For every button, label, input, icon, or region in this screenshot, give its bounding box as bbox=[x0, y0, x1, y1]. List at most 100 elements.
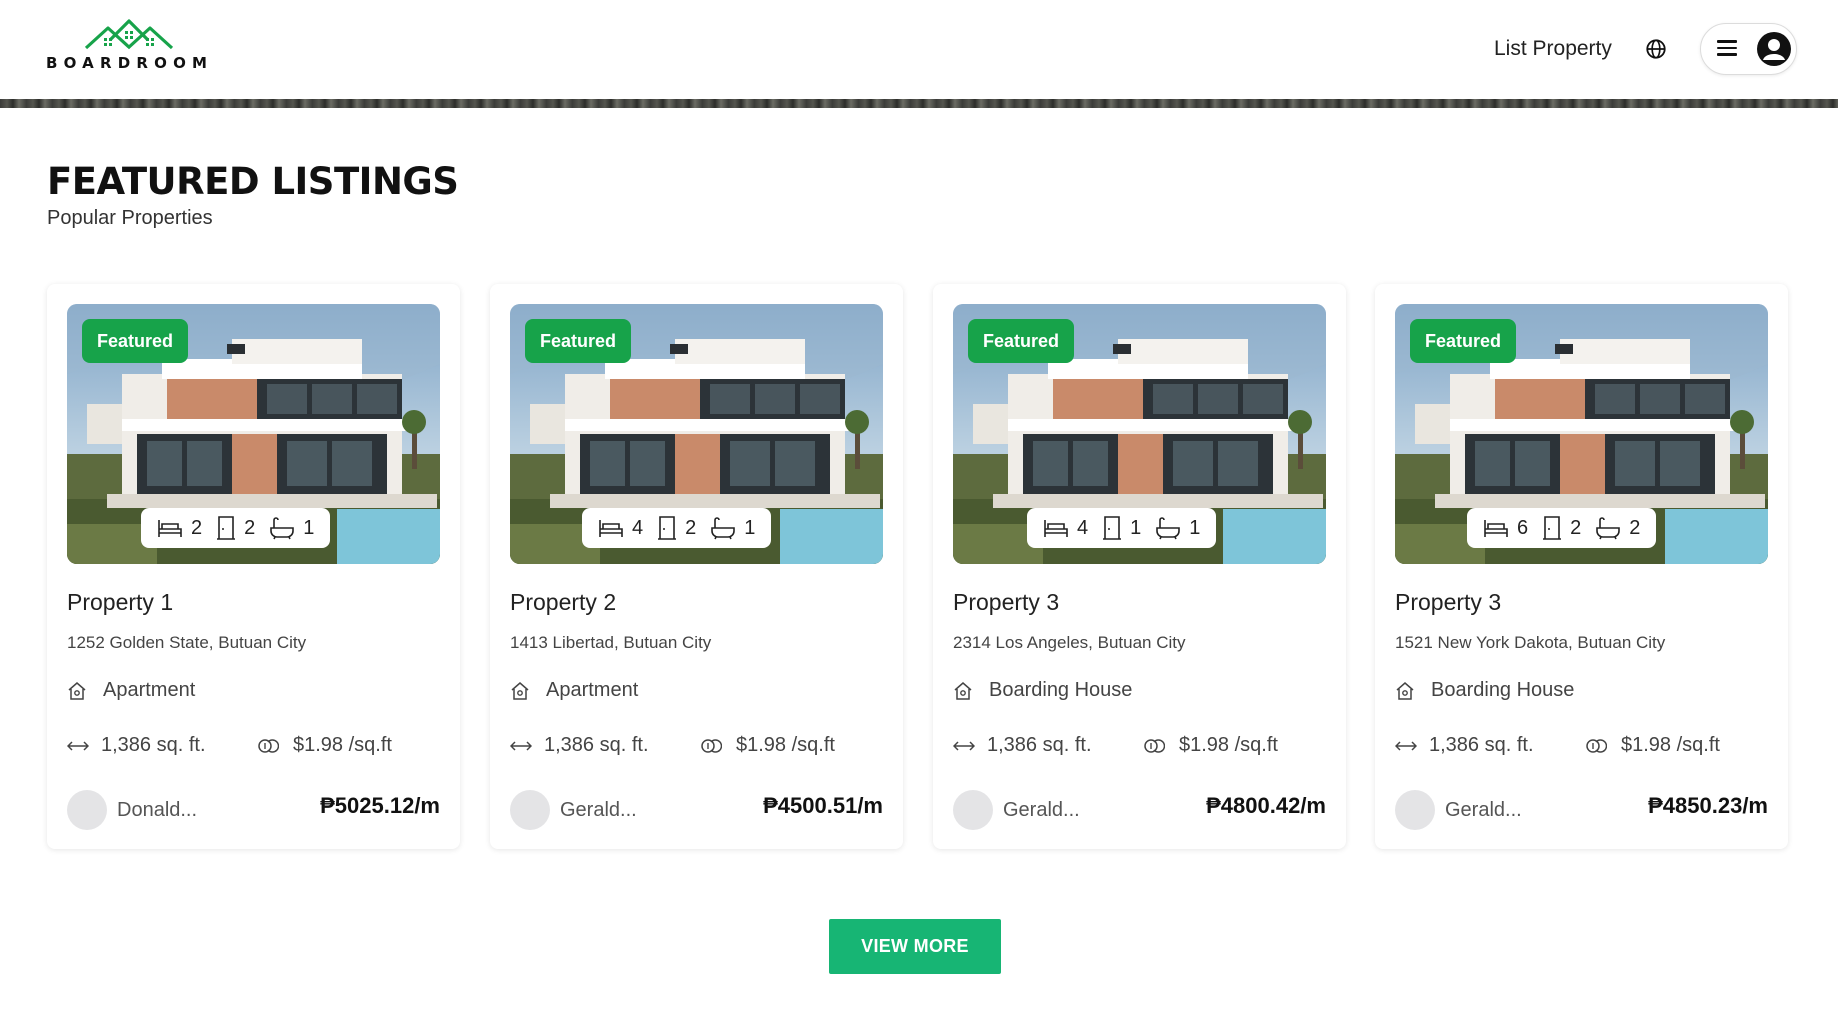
bathtub-icon bbox=[1596, 517, 1621, 540]
doors-feature: 2 bbox=[657, 516, 696, 540]
bedrooms-feature: 6 bbox=[1483, 517, 1528, 540]
house-roofs-logo-icon bbox=[84, 19, 174, 50]
area-value: 1,386 sq. ft. bbox=[987, 734, 1092, 756]
user-avatar-icon bbox=[1757, 32, 1791, 66]
owner-info[interactable]: Gerald... bbox=[1395, 790, 1522, 830]
bedrooms-count: 6 bbox=[1517, 516, 1529, 539]
owner-avatar bbox=[953, 790, 993, 830]
bedrooms-count: 2 bbox=[191, 516, 203, 539]
money-icon bbox=[1586, 738, 1607, 753]
home-icon bbox=[954, 681, 972, 700]
baths-count: 1 bbox=[1189, 516, 1201, 539]
money-icon bbox=[701, 738, 722, 753]
list-property-link[interactable]: List Property bbox=[1494, 37, 1612, 61]
property-title[interactable]: Property 3 bbox=[1395, 589, 1501, 616]
area-value: 1,386 sq. ft. bbox=[544, 734, 649, 756]
doors-feature: 2 bbox=[1542, 516, 1581, 540]
bed-icon bbox=[1044, 520, 1068, 537]
globe-icon[interactable] bbox=[1645, 38, 1667, 60]
baths-feature: 1 bbox=[269, 516, 314, 540]
bed-icon bbox=[158, 520, 182, 537]
property-photo[interactable]: Featured 4 2 1 bbox=[510, 304, 883, 564]
owner-name: Gerald... bbox=[560, 798, 637, 821]
bedrooms-count: 4 bbox=[632, 516, 644, 539]
listing-card[interactable]: Featured 4 2 1 Property 2 1413 Libertad,… bbox=[490, 284, 903, 849]
owner-avatar bbox=[1395, 790, 1435, 830]
baths-feature: 2 bbox=[1595, 516, 1640, 540]
doors-count: 2 bbox=[244, 516, 256, 539]
property-type-label: Boarding House bbox=[989, 679, 1133, 701]
area-arrows-icon bbox=[1395, 740, 1417, 751]
room-features: 2 2 1 bbox=[141, 508, 331, 548]
room-features: 4 1 1 bbox=[1027, 508, 1217, 548]
doors-feature: 1 bbox=[1102, 516, 1141, 540]
price-per-sqft: $1.98 /sq.ft bbox=[736, 734, 835, 756]
top-navbar: BOARDROOM List Property bbox=[0, 0, 1838, 99]
property-title[interactable]: Property 1 bbox=[67, 589, 173, 616]
property-title[interactable]: Property 2 bbox=[510, 589, 616, 616]
owner-info[interactable]: Gerald... bbox=[953, 790, 1080, 830]
featured-badge: Featured bbox=[968, 319, 1075, 363]
property-type: Boarding House bbox=[1395, 679, 1574, 702]
featured-badge: Featured bbox=[525, 319, 632, 363]
property-type-label: Apartment bbox=[546, 679, 639, 701]
area-arrows-icon bbox=[953, 740, 975, 751]
section-title: FEATURED LISTINGS bbox=[47, 160, 459, 203]
door-icon bbox=[1543, 516, 1562, 540]
property-address: 1521 New York Dakota, Butuan City bbox=[1395, 633, 1666, 652]
bathtub-icon bbox=[270, 517, 295, 540]
logo-text: BOARDROOM bbox=[46, 54, 214, 72]
price-per-sqft: $1.98 /sq.ft bbox=[293, 734, 392, 756]
area-value: 1,386 sq. ft. bbox=[101, 734, 206, 756]
bedrooms-feature: 2 bbox=[157, 517, 202, 540]
baths-count: 1 bbox=[744, 516, 756, 539]
area-arrows-icon bbox=[510, 740, 532, 751]
door-icon bbox=[658, 516, 677, 540]
bedrooms-feature: 4 bbox=[1043, 517, 1088, 540]
property-photo[interactable]: Featured 6 2 2 bbox=[1395, 304, 1768, 564]
user-menu-button[interactable] bbox=[1700, 23, 1797, 75]
property-type: Apartment bbox=[67, 679, 195, 702]
property-type: Boarding House bbox=[953, 679, 1132, 702]
hamburger-menu-icon bbox=[1717, 40, 1737, 58]
owner-name: Gerald... bbox=[1445, 798, 1522, 821]
price-per-sqft: $1.98 /sq.ft bbox=[1179, 734, 1278, 756]
doors-count: 2 bbox=[685, 516, 697, 539]
door-icon bbox=[217, 516, 236, 540]
money-icon bbox=[258, 738, 279, 753]
home-icon bbox=[1396, 681, 1414, 700]
baths-count: 1 bbox=[303, 516, 315, 539]
owner-name: Donald... bbox=[117, 798, 198, 821]
price-per-sqft: $1.98 /sq.ft bbox=[1621, 734, 1720, 756]
baths-feature: 1 bbox=[1155, 516, 1200, 540]
listing-card[interactable]: Featured 6 2 2 Property 3 1521 New York … bbox=[1375, 284, 1788, 849]
property-address: 2314 Los Angeles, Butuan City bbox=[953, 633, 1186, 652]
money-icon bbox=[1144, 738, 1165, 753]
property-photo[interactable]: Featured 4 1 1 bbox=[953, 304, 1326, 564]
featured-badge: Featured bbox=[82, 319, 189, 363]
owner-info[interactable]: Donald... bbox=[67, 790, 197, 830]
property-type-label: Apartment bbox=[103, 679, 196, 701]
view-more-button[interactable]: VIEW MORE bbox=[829, 919, 1001, 974]
property-type-label: Boarding House bbox=[1431, 679, 1575, 701]
bathtub-icon bbox=[711, 517, 736, 540]
property-photo[interactable]: Featured 2 2 1 bbox=[67, 304, 440, 564]
room-features: 6 2 2 bbox=[1467, 508, 1657, 548]
owner-info[interactable]: Gerald... bbox=[510, 790, 637, 830]
featured-badge: Featured bbox=[1410, 319, 1517, 363]
hero-image-strip bbox=[0, 99, 1838, 108]
doors-count: 1 bbox=[1130, 516, 1142, 539]
baths-count: 2 bbox=[1629, 516, 1641, 539]
doors-count: 2 bbox=[1570, 516, 1582, 539]
property-title[interactable]: Property 3 bbox=[953, 589, 1059, 616]
boardroom-logo[interactable]: BOARDROOM bbox=[46, 18, 216, 74]
listing-card[interactable]: Featured 2 2 1 Property 1 1252 Golden St… bbox=[47, 284, 460, 849]
listing-card[interactable]: Featured 4 1 1 Property 3 2314 Los Angel… bbox=[933, 284, 1346, 849]
property-type: Apartment bbox=[510, 679, 638, 702]
monthly-rent: ₱4850.23/m bbox=[1648, 793, 1768, 818]
owner-avatar bbox=[510, 790, 550, 830]
home-icon bbox=[511, 681, 529, 700]
section-subtitle: Popular Properties bbox=[47, 207, 213, 229]
door-icon bbox=[1103, 516, 1122, 540]
area-value: 1,386 sq. ft. bbox=[1429, 734, 1534, 756]
